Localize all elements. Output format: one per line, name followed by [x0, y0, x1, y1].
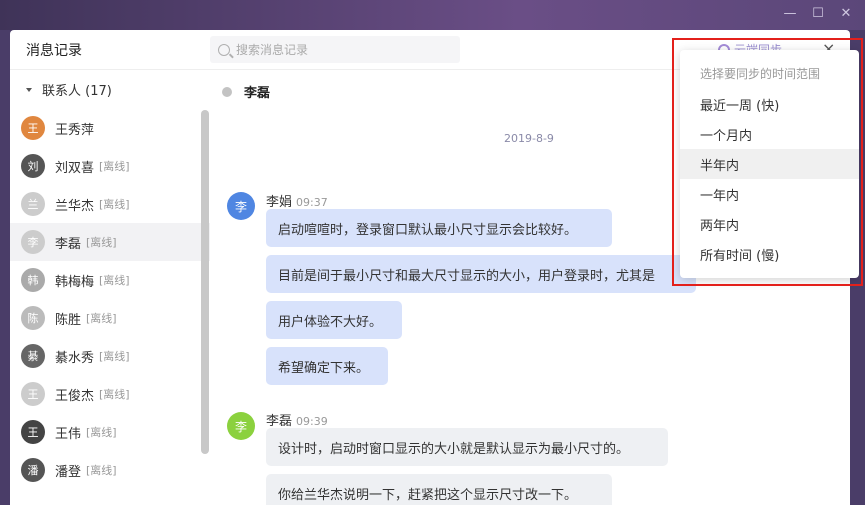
contact-name: 刘双喜 — [55, 160, 95, 176]
contact-name: 王俊杰 — [55, 388, 95, 404]
message-bubble[interactable]: 希望确定下来。 — [266, 347, 388, 385]
status-dot-icon — [222, 86, 232, 97]
search-icon — [218, 43, 230, 56]
contact-status: [离线] — [86, 236, 117, 249]
avatar: 潘 — [21, 458, 45, 482]
contact-status: [离线] — [99, 350, 130, 363]
chat-header: 李磊 — [222, 82, 270, 101]
contact-name: 潘登 — [55, 464, 82, 480]
contact-name: 王伟 — [55, 426, 82, 442]
contact-item[interactable]: 刘刘双喜 [离线] — [10, 147, 210, 185]
contact-name: 綦水秀 — [55, 350, 95, 366]
contact-name: 陈胜 — [55, 312, 82, 328]
message-sender: 李磊 09:39 — [266, 410, 328, 429]
contact-status: [离线] — [86, 464, 117, 477]
date-divider: 2019-8-9 — [504, 132, 554, 145]
highlight-box — [672, 38, 863, 286]
message-time: 09:37 — [296, 196, 328, 209]
maximize-icon[interactable]: ☐ — [811, 6, 825, 22]
message-bubble[interactable]: 用户体验不大好。 — [266, 301, 402, 339]
contact-name: 韩梅梅 — [55, 274, 95, 290]
contact-status: [离线] — [86, 426, 117, 439]
sidebar-scrollbar[interactable] — [201, 110, 209, 454]
contact-name: 王秀萍 — [55, 122, 95, 138]
avatar: 刘 — [21, 154, 45, 178]
contact-status: [离线] — [99, 198, 130, 211]
sender-name: 李娟 — [266, 195, 293, 210]
contact-name: 兰华杰 — [55, 198, 95, 214]
chat-contact-name: 李磊 — [244, 86, 271, 101]
contact-status: [离线] — [99, 274, 130, 287]
avatar: 李 — [227, 412, 255, 440]
contact-sidebar: 联系人 (17) 王王秀萍刘刘双喜 [离线] 兰兰华杰 [离线] 李李磊 [离线] 韩韩梅梅… — [10, 70, 210, 505]
contact-name: 李磊 — [55, 236, 82, 252]
contact-status: [离线] — [99, 388, 130, 401]
contact-item[interactable]: 陈陈胜 [离线] — [10, 299, 210, 337]
caret-down-icon — [26, 87, 32, 92]
contact-status: [离线] — [86, 312, 117, 325]
contact-item[interactable]: 李李磊 [离线] — [10, 223, 210, 261]
avatar: 李 — [21, 230, 45, 254]
contact-status: [离线] — [99, 160, 130, 173]
search-input[interactable] — [236, 42, 436, 57]
contact-item[interactable]: 王王秀萍 — [10, 109, 210, 147]
contact-group-header[interactable]: 联系人 (17) — [26, 80, 112, 99]
avatar: 李 — [227, 192, 255, 220]
contact-item[interactable]: 王王俊杰 [离线] — [10, 375, 210, 413]
contact-item[interactable]: 韩韩梅梅 [离线] — [10, 261, 210, 299]
message-bubble[interactable]: 你给兰华杰说明一下，赶紧把这个显示尺寸改一下。 — [266, 474, 612, 505]
message-time: 09:39 — [296, 415, 328, 428]
contact-item[interactable]: 潘潘登 [离线] — [10, 451, 210, 489]
avatar: 兰 — [21, 192, 45, 216]
sender-name: 李磊 — [266, 414, 293, 429]
avatar: 綦 — [21, 344, 45, 368]
contact-item[interactable]: 綦綦水秀 [离线] — [10, 337, 210, 375]
message-bubble[interactable]: 设计时，启动时窗口显示的大小就是默认显示为最小尺寸的。 — [266, 428, 668, 466]
title-bar: — ☐ ✕ — [0, 0, 865, 30]
message-bubble[interactable]: 启动喧喧时，登录窗口默认最小尺寸显示会比较好。 — [266, 209, 612, 247]
search-box[interactable] — [210, 36, 460, 63]
minimize-icon[interactable]: — — [783, 6, 797, 22]
avatar: 王 — [21, 420, 45, 444]
window-controls: — ☐ ✕ — [783, 6, 853, 22]
dialog-title: 消息记录 — [26, 43, 82, 59]
avatar: 韩 — [21, 268, 45, 292]
window-close-icon[interactable]: ✕ — [839, 6, 853, 22]
avatar: 陈 — [21, 306, 45, 330]
contact-group-label: 联系人 (17) — [42, 84, 112, 99]
message-bubble[interactable]: 目前是间于最小尺寸和最大尺寸显示的大小，用户登录时，尤其是 — [266, 255, 696, 293]
avatar: 王 — [21, 382, 45, 406]
message-sender: 李娟 09:37 — [266, 191, 328, 210]
contact-item[interactable]: 兰兰华杰 [离线] — [10, 185, 210, 223]
contact-item[interactable]: 王王伟 [离线] — [10, 413, 210, 451]
avatar: 王 — [21, 116, 45, 140]
